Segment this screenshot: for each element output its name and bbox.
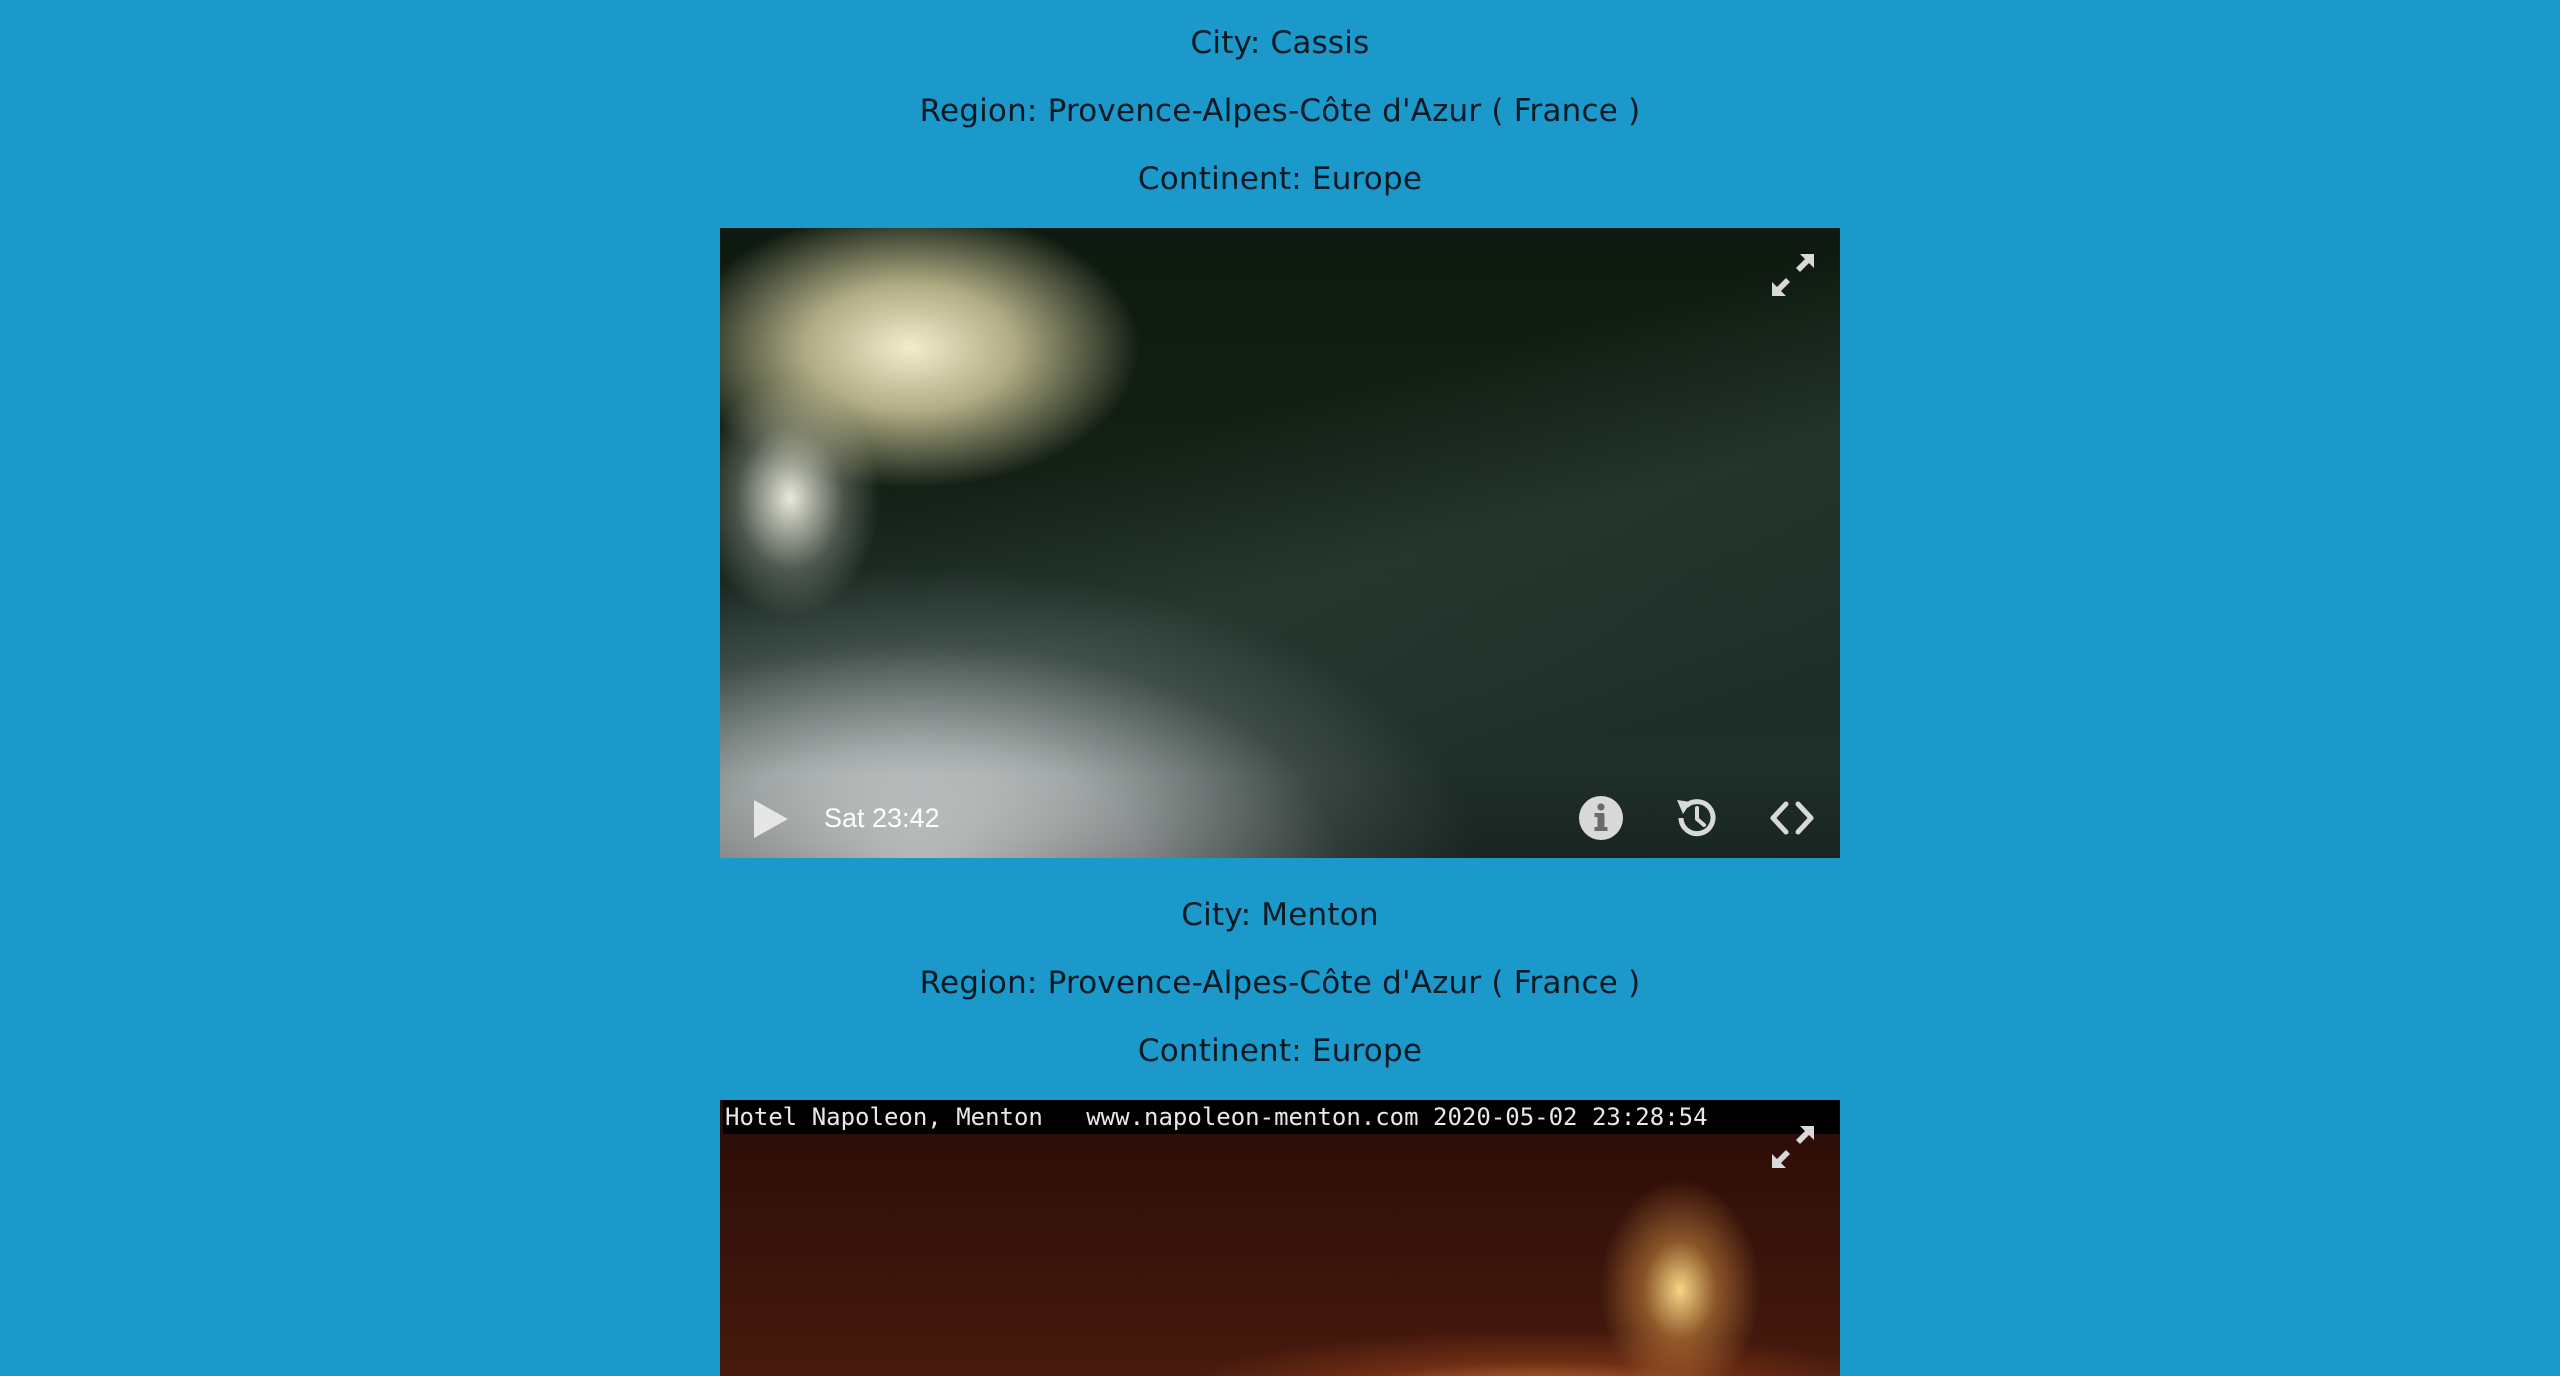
city-label: City: Menton bbox=[1181, 897, 1379, 933]
player-controls-bar: Sat 23:42 bbox=[720, 774, 1840, 858]
city-label: City: Cassis bbox=[1190, 25, 1370, 61]
region-label: Region: Provence-Alpes-Côte d'Azur ( Fra… bbox=[919, 93, 1641, 129]
fullscreen-icon[interactable] bbox=[1766, 1120, 1820, 1174]
camera-caption-overlay: Hotel Napoleon, Menton www.napoleon-ment… bbox=[723, 1100, 1840, 1134]
info-icon[interactable] bbox=[1575, 792, 1627, 844]
player-timestamp: Sat 23:42 bbox=[824, 803, 940, 833]
fullscreen-icon[interactable] bbox=[1766, 248, 1820, 302]
continent-label: Continent: Europe bbox=[1137, 1033, 1423, 1069]
history-icon[interactable] bbox=[1671, 792, 1723, 844]
region-label: Region: Provence-Alpes-Côte d'Azur ( Fra… bbox=[919, 965, 1641, 1001]
webcam-player-menton[interactable]: Hotel Napoleon, Menton www.napoleon-ment… bbox=[720, 1100, 1840, 1376]
embed-code-icon[interactable] bbox=[1766, 792, 1818, 844]
continent-label: Continent: Europe bbox=[1137, 161, 1423, 197]
webcam-list-page: City: Cassis Region: Provence-Alpes-Côte… bbox=[0, 0, 2560, 1376]
webcam-player-cassis[interactable]: Sat 23:42 bbox=[720, 228, 1840, 858]
play-icon[interactable] bbox=[748, 796, 794, 842]
